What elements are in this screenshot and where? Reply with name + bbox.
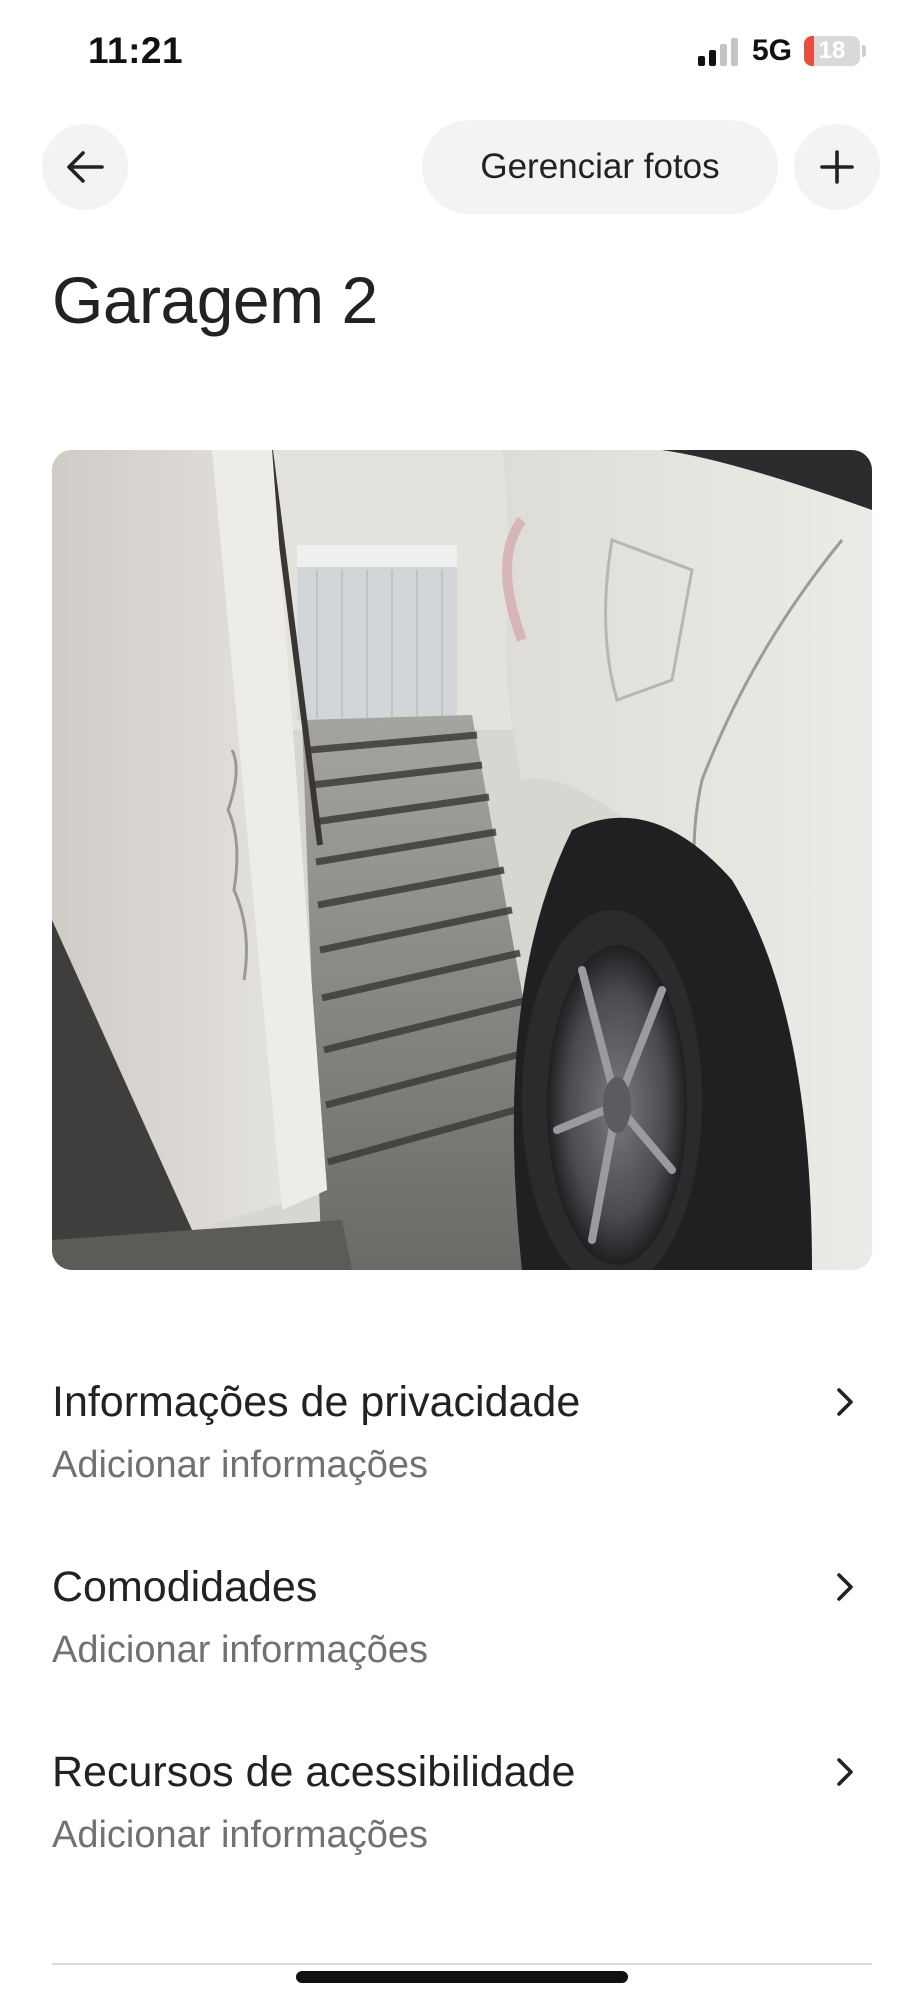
garage-photo[interactable] [52, 450, 872, 1270]
section-subtitle: Adicionar informações [52, 1444, 428, 1486]
battery-nub [862, 45, 866, 57]
section-title: Comodidades [52, 1563, 318, 1611]
page-title: Garagem 2 [52, 263, 378, 337]
back-button[interactable] [42, 124, 128, 210]
manage-photos-button[interactable]: Gerenciar fotos [422, 120, 778, 214]
section-accessibility-features[interactable]: Recursos de acessibilidade Adicionar inf… [52, 1748, 872, 1898]
section-title: Informações de privacidade [52, 1378, 581, 1426]
status-time: 11:21 [88, 30, 184, 71]
section-subtitle: Adicionar informações [52, 1814, 428, 1856]
battery-percent: 18 [818, 37, 846, 64]
section-subtitle: Adicionar informações [52, 1629, 428, 1671]
plus-icon [820, 150, 854, 184]
section-title: Recursos de acessibilidade [52, 1748, 576, 1796]
home-indicator[interactable] [296, 1971, 628, 1983]
status-bar: 11:21 5G 18 [0, 0, 924, 100]
section-privacy-info[interactable]: Informações de privacidade Adicionar inf… [52, 1378, 872, 1528]
chevron-right-icon [837, 1388, 853, 1416]
bottom-divider [52, 1963, 872, 1965]
add-photo-button[interactable] [794, 124, 880, 210]
battery-icon: 18 [804, 36, 860, 66]
chevron-right-icon [837, 1758, 853, 1786]
chevron-right-icon [837, 1573, 853, 1601]
network-type-label: 5G [752, 34, 793, 67]
signal-strength-icon [698, 38, 742, 66]
arrow-left-icon [67, 151, 104, 183]
section-amenities[interactable]: Comodidades Adicionar informações [52, 1563, 872, 1713]
